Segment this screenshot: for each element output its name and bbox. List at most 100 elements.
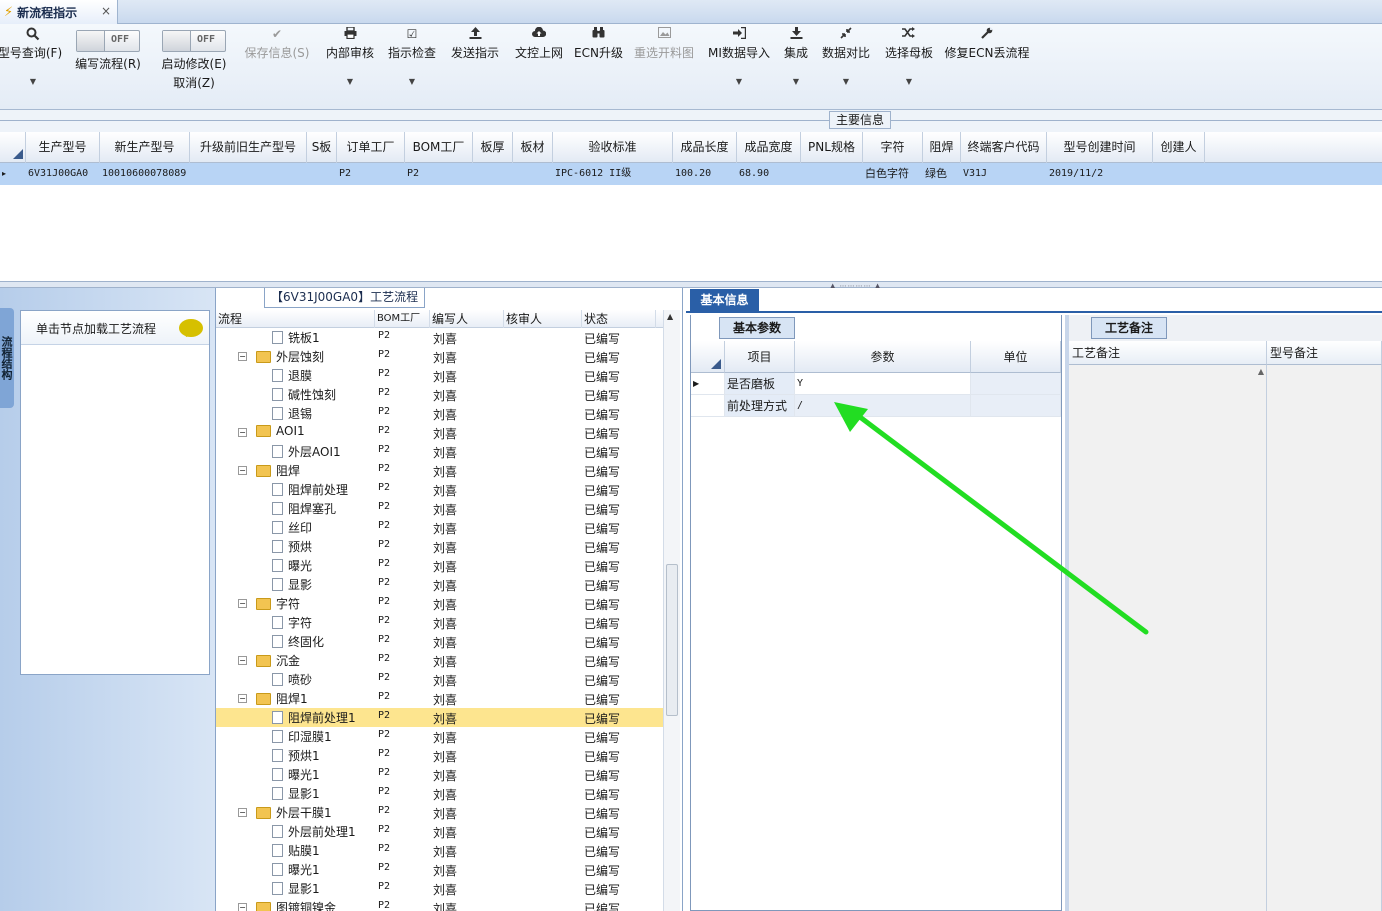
grid-cell[interactable]: 绿色: [923, 163, 961, 185]
param-value[interactable]: /: [795, 395, 971, 417]
column-header[interactable]: 编写人: [430, 310, 504, 328]
column-header[interactable]: 终端客户代码: [961, 132, 1047, 163]
tree-item-row[interactable]: 曝光1 P2 刘喜 已编写: [216, 765, 663, 784]
tree-item-row[interactable]: 预烘 P2 刘喜 已编写: [216, 537, 663, 556]
tree-item-row[interactable]: 显影 P2 刘喜 已编写: [216, 575, 663, 594]
select-mother-board-button[interactable]: 选择母板 ▼: [882, 24, 936, 110]
tree-item-row[interactable]: 阻焊塞孔 P2 刘喜 已编写: [216, 499, 663, 518]
grid-cell[interactable]: [307, 163, 337, 185]
internal-review-button[interactable]: 内部审核 ▼: [324, 24, 376, 110]
chevron-down-icon[interactable]: ▼: [706, 77, 772, 86]
column-header[interactable]: 订单工厂: [337, 132, 405, 163]
collapse-toggle[interactable]: −: [238, 694, 247, 703]
main-info-label[interactable]: 主要信息: [829, 111, 891, 129]
column-header[interactable]: BOM工厂: [405, 132, 473, 163]
query-button[interactable]: 型号查询(F) ▼: [0, 24, 66, 110]
column-header[interactable]: 流程: [216, 310, 375, 328]
tab-process-remarks[interactable]: 工艺备注: [1091, 317, 1167, 339]
collapse-toggle[interactable]: −: [238, 599, 247, 608]
column-header[interactable]: 型号创建时间: [1047, 132, 1153, 163]
grid-cell[interactable]: [190, 163, 307, 185]
scroll-up-icon[interactable]: ▲: [667, 312, 673, 321]
process-remark-field[interactable]: ▲: [1069, 365, 1267, 911]
ecn-upgrade-button[interactable]: ECN升级: [574, 24, 623, 110]
column-header[interactable]: BOM工厂: [375, 310, 430, 328]
param-value[interactable]: Y: [795, 373, 971, 395]
chevron-down-icon[interactable]: ▼: [324, 77, 376, 86]
grid-cell[interactable]: 100.20: [673, 163, 737, 185]
tree-folder-row[interactable]: − 阻焊 P2 刘喜 已编写: [216, 461, 663, 480]
tree-item-row[interactable]: 字符 P2 刘喜 已编写: [216, 613, 663, 632]
collapse-toggle[interactable]: −: [238, 352, 247, 361]
column-header[interactable]: 成品宽度: [737, 132, 801, 163]
tree-item-row[interactable]: 碱性蚀刻 P2 刘喜 已编写: [216, 385, 663, 404]
column-header[interactable]: 成品长度: [673, 132, 737, 163]
tree-item-row[interactable]: 阻焊前处理 P2 刘喜 已编写: [216, 480, 663, 499]
grid-cell[interactable]: 10010600078089: [100, 163, 190, 185]
tab-basic-params[interactable]: 基本参数: [719, 317, 795, 339]
tree-item-row[interactable]: 丝印 P2 刘喜 已编写: [216, 518, 663, 537]
grid-cell[interactable]: [1153, 163, 1205, 185]
collapse-toggle[interactable]: −: [238, 656, 247, 665]
grid-cell[interactable]: P2: [337, 163, 405, 185]
tree-folder-row[interactable]: − 字符 P2 刘喜 已编写: [216, 594, 663, 613]
tree-folder-row[interactable]: − AOI1 P2 刘喜 已编写: [216, 423, 663, 442]
check-button[interactable]: ☑ 指示检查 ▼: [386, 24, 438, 110]
chevron-down-icon[interactable]: ▼: [882, 77, 936, 86]
table-row[interactable]: 6V31J00GA0 10010600078089 P2 P2 IPC-6012 II级…: [0, 163, 1382, 185]
tree-item-row[interactable]: 退膜 P2 刘喜 已编写: [216, 366, 663, 385]
grid-cell[interactable]: IPC-6012 II级: [553, 163, 673, 185]
tree-item-row[interactable]: 喷砂 P2 刘喜 已编写: [216, 670, 663, 689]
reselect-cutting-button[interactable]: 重选开料图: [632, 24, 696, 110]
save-button[interactable]: ✔ 保存信息(S): [242, 24, 312, 110]
collapse-toggle[interactable]: −: [238, 808, 247, 817]
enable-modify-switch[interactable]: OFF: [162, 30, 226, 52]
tab-new-process[interactable]: ⚡ 新流程指示 ×: [0, 0, 118, 24]
tree-folder-row[interactable]: − 外层干膜1 P2 刘喜 已编写: [216, 803, 663, 822]
column-header[interactable]: 单位: [971, 341, 1061, 373]
collapse-toggle[interactable]: −: [238, 428, 247, 437]
tree-item-row[interactable]: 曝光 P2 刘喜 已编写: [216, 556, 663, 575]
data-compare-button[interactable]: 数据对比 ▼: [820, 24, 872, 110]
column-header[interactable]: PNL规格: [801, 132, 863, 163]
column-header[interactable]: 板厚: [473, 132, 513, 163]
enable-modify-toggle[interactable]: OFF 启动修改(E) 取消(Z): [158, 24, 230, 110]
chevron-down-icon[interactable]: ▼: [820, 77, 872, 86]
tree-folder-row[interactable]: − 图镀铜镍金 P2 刘喜 已编写: [216, 898, 663, 911]
integrate-button[interactable]: 集成 ▼: [780, 24, 812, 110]
param-unit[interactable]: [971, 395, 1061, 417]
tree-item-row[interactable]: 铣板1 P2 刘喜 已编写: [216, 328, 663, 347]
chevron-down-icon[interactable]: ▼: [0, 77, 66, 86]
column-header[interactable]: 验收标准: [553, 132, 673, 163]
scrollbar-thumb[interactable]: [666, 564, 678, 716]
tree-item-row[interactable]: 外层AOI1 P2 刘喜 已编写: [216, 442, 663, 461]
tree-item-row[interactable]: 终固化 P2 刘喜 已编写: [216, 632, 663, 651]
chevron-down-icon[interactable]: ▼: [386, 77, 438, 86]
tree-folder-row[interactable]: − 阻焊1 P2 刘喜 已编写: [216, 689, 663, 708]
tab-basic-info[interactable]: 基本信息: [690, 289, 759, 311]
tree-folder-row[interactable]: − 沉金 P2 刘喜 已编写: [216, 651, 663, 670]
grid-cell[interactable]: 6V31J00GA0: [26, 163, 100, 185]
flow-structure-tab[interactable]: 流程结构: [0, 308, 14, 408]
tree-item-row[interactable]: 预烘1 P2 刘喜 已编写: [216, 746, 663, 765]
mi-import-button[interactable]: MI数据导入 ▼: [706, 24, 772, 110]
model-remark-field[interactable]: [1267, 365, 1382, 911]
column-header[interactable]: 参数: [795, 341, 971, 373]
column-header[interactable]: 新生产型号: [100, 132, 190, 163]
tree-item-row[interactable]: 印湿膜1 P2 刘喜 已编写: [216, 727, 663, 746]
repair-ecn-button[interactable]: 修复ECN丢流程: [944, 24, 1030, 110]
grid-cell[interactable]: V31J: [961, 163, 1047, 185]
column-header[interactable]: 状态: [582, 310, 656, 328]
close-icon[interactable]: ×: [101, 4, 111, 18]
tree-item-row[interactable]: 显影1 P2 刘喜 已编写: [216, 784, 663, 803]
grid-cell[interactable]: [513, 163, 553, 185]
collapse-toggle[interactable]: −: [238, 903, 247, 911]
column-header[interactable]: S板: [307, 132, 337, 163]
cancel-label[interactable]: 取消(Z): [158, 74, 230, 91]
doc-upload-button[interactable]: 文控上网: [512, 24, 566, 110]
tree-item-row[interactable]: 显影1 P2 刘喜 已编写: [216, 879, 663, 898]
column-header[interactable]: 项目: [725, 341, 795, 373]
column-header[interactable]: 字符: [863, 132, 923, 163]
send-button[interactable]: 发送指示: [448, 24, 502, 110]
grid-cell[interactable]: 68.90: [737, 163, 801, 185]
